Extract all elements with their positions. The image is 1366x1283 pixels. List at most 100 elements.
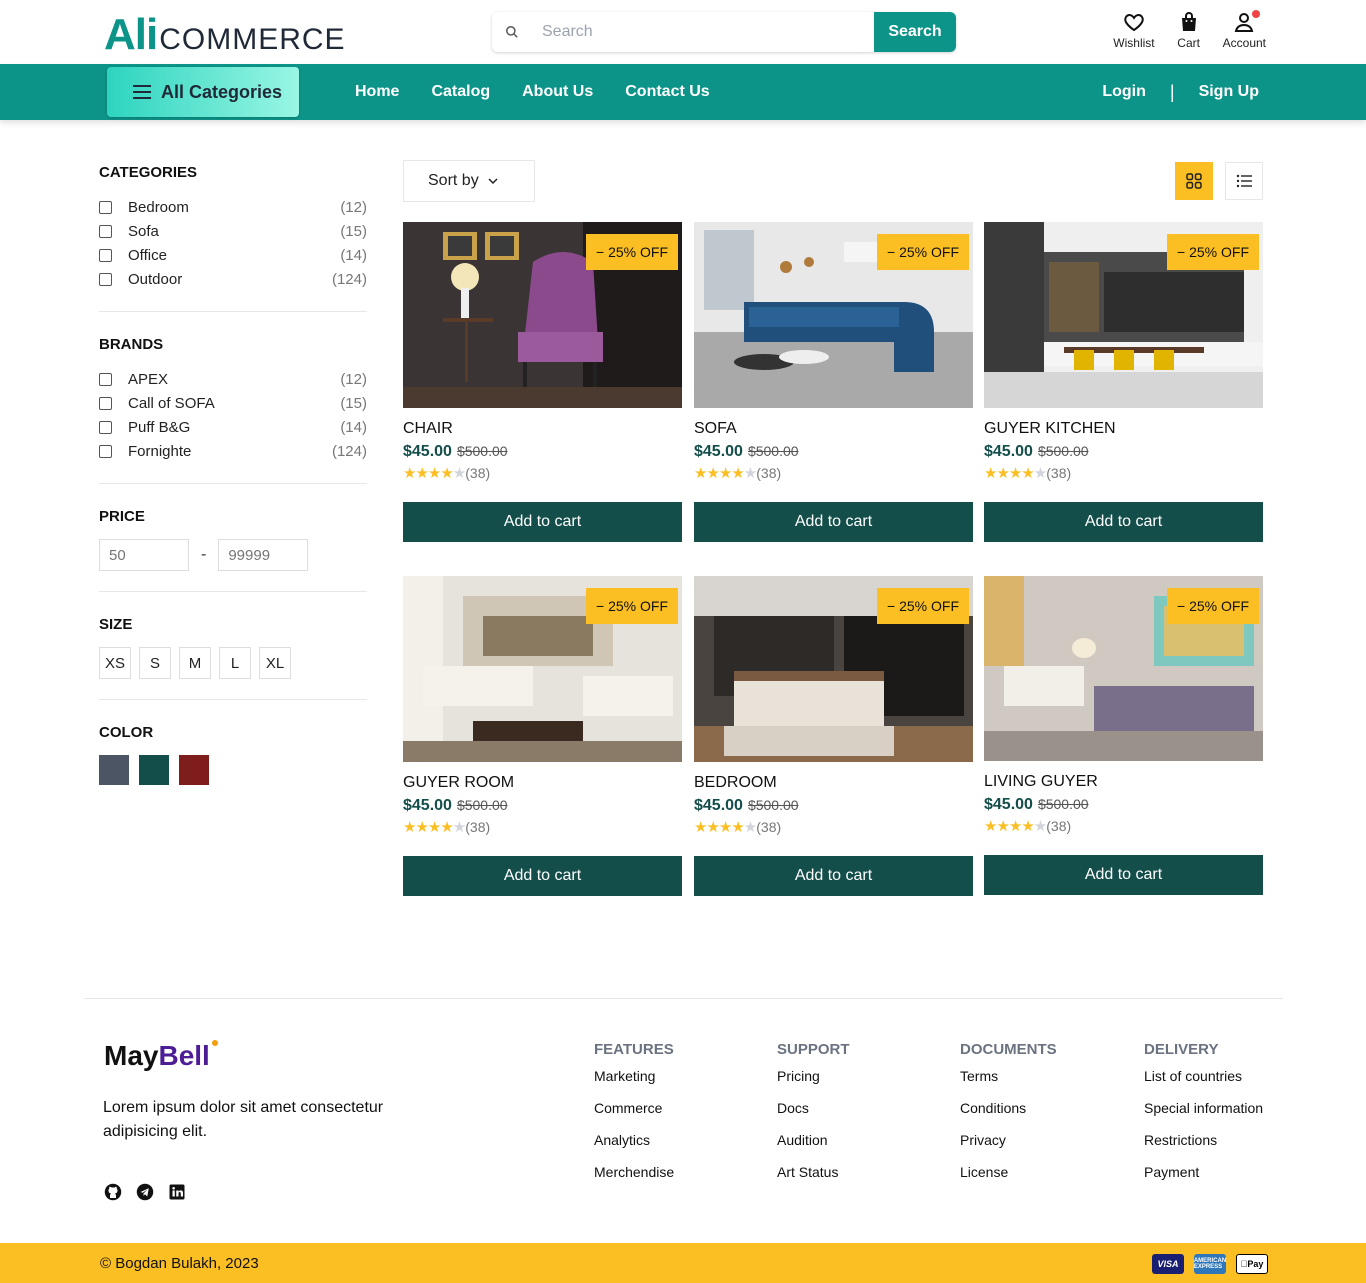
product-name[interactable]: LIVING GUYER [984,773,1263,791]
add-to-cart-button[interactable]: Add to cart [403,502,682,542]
add-to-cart-button[interactable]: Add to cart [984,855,1263,895]
product-image-bedroom[interactable]: − 25% OFF [694,576,973,762]
logo-commerce: COMMERCE [159,23,346,56]
product-image-kitchen[interactable]: − 25% OFF [984,222,1263,408]
product-rating: ★★★★★ (38) [403,818,682,836]
brand-puff-bg[interactable]: Puff B&G (14) [99,415,367,439]
logo-ali: Ali [104,10,158,59]
brand-call-of-sofa[interactable]: Call of SOFA (15) [99,391,367,415]
footer-column-title: SUPPORT [777,1041,850,1058]
wishlist-link[interactable]: Wishlist [1113,10,1155,50]
search-button[interactable]: Search [874,12,956,52]
product-name[interactable]: GUYER KITCHEN [984,420,1263,438]
grid-view-button[interactable] [1175,162,1213,200]
footer-column-title: FEATURES [594,1041,674,1058]
signup-link[interactable]: Sign Up [1199,83,1259,101]
color-swatch-maroon[interactable] [179,755,209,785]
product-name[interactable]: BEDROOM [694,774,973,792]
category-bedroom[interactable]: Bedroom (12) [99,195,367,219]
footer-link[interactable]: Art Status [777,1164,850,1196]
add-to-cart-button[interactable]: Add to cart [694,856,973,896]
sort-by-dropdown[interactable]: Sort by [403,160,535,202]
footer-link[interactable]: Terms [960,1068,1057,1100]
product-old-price: $500.00 [1037,443,1089,459]
footer-link[interactable]: Restrictions [1144,1132,1263,1164]
checkbox[interactable] [99,224,112,238]
star-rating-icon: ★★★★★ [403,465,466,482]
product-name[interactable]: CHAIR [403,420,682,438]
product-old-price: $500.00 [747,797,799,813]
discount-badge: − 25% OFF [586,234,678,270]
telegram-icon[interactable] [136,1183,154,1201]
product-name[interactable]: GUYER ROOM [403,774,682,792]
account-link[interactable]: Account [1223,10,1266,50]
category-sofa[interactable]: Sofa (15) [99,219,367,243]
add-to-cart-button[interactable]: Add to cart [984,502,1263,542]
checkbox[interactable] [99,396,112,410]
footer-link[interactable]: Pricing [777,1068,850,1100]
checkbox[interactable] [99,272,112,286]
add-to-cart-button[interactable]: Add to cart [694,502,973,542]
search-input[interactable] [532,12,874,52]
product-old-price: $500.00 [1037,796,1089,812]
review-count: (38) [1046,465,1072,481]
footer-link[interactable]: Merchendise [594,1164,674,1196]
footer-link[interactable]: Privacy [960,1132,1057,1164]
footer-link[interactable]: Audition [777,1132,850,1164]
brands-filter: BRANDS APEX (12) Call of SOFA (15) Puff B&… [99,336,367,484]
login-link[interactable]: Login [1102,83,1146,101]
checkbox[interactable] [99,248,112,262]
footer-link[interactable]: Analytics [594,1132,674,1164]
color-swatch-slate[interactable] [99,755,129,785]
footer-link[interactable]: Commerce [594,1100,674,1132]
all-categories-button[interactable]: All Categories [107,67,299,117]
filter-count: (15) [340,222,367,240]
footer-link[interactable]: Docs [777,1100,850,1132]
category-office[interactable]: Office (14) [99,243,367,267]
color-title: COLOR [99,724,154,741]
footer-link[interactable]: Marketing [594,1068,674,1100]
footer-link[interactable]: List of countries [1144,1068,1263,1100]
nav-contact-us[interactable]: Contact Us [625,83,709,101]
price-max-input[interactable] [218,539,309,571]
product-price: $45.00 [694,443,743,460]
footer-link[interactable]: Special information [1144,1100,1263,1132]
footer-column-title: DELIVERY [1144,1041,1219,1058]
footer-link[interactable]: Payment [1144,1164,1263,1196]
footer-logo[interactable]: MayBell [104,1040,218,1072]
github-icon[interactable] [104,1183,122,1201]
footer-divider [84,998,1283,999]
size-option-m[interactable]: M [179,647,211,679]
site-logo[interactable]: Ali COMMERCE [104,10,346,60]
size-option-xs[interactable]: XS [99,647,131,679]
size-option-l[interactable]: L [219,647,251,679]
cart-link[interactable]: Cart [1177,10,1201,50]
product-name[interactable]: SOFA [694,420,973,438]
checkbox[interactable] [99,420,112,434]
footer-link[interactable]: Conditions [960,1100,1057,1132]
product-image-living[interactable]: − 25% OFF [984,576,1263,761]
checkbox[interactable] [99,372,112,386]
discount-badge: − 25% OFF [1167,234,1259,270]
brands-title: BRANDS [99,336,164,353]
footer-link[interactable]: License [960,1164,1057,1196]
brand-apex[interactable]: APEX (12) [99,367,367,391]
list-view-button[interactable] [1225,162,1263,200]
discount-badge: − 25% OFF [1167,588,1259,624]
category-outdoor[interactable]: Outdoor (124) [99,267,367,291]
add-to-cart-button[interactable]: Add to cart [403,856,682,896]
product-image-sofa[interactable]: − 25% OFF [694,222,973,408]
color-swatch-teal[interactable] [139,755,169,785]
linkedin-icon[interactable] [168,1183,186,1201]
nav-about-us[interactable]: About Us [522,83,593,101]
price-min-input[interactable] [99,539,189,571]
nav-catalog[interactable]: Catalog [431,83,490,101]
brand-fornighte[interactable]: Fornighte (124) [99,439,367,463]
checkbox[interactable] [99,444,112,458]
product-image-chair[interactable]: − 25% OFF [403,222,682,408]
product-image-room[interactable]: − 25% OFF [403,576,682,762]
nav-home[interactable]: Home [355,83,399,101]
size-option-s[interactable]: S [139,647,171,679]
checkbox[interactable] [99,200,112,214]
size-option-xl[interactable]: XL [259,647,291,679]
